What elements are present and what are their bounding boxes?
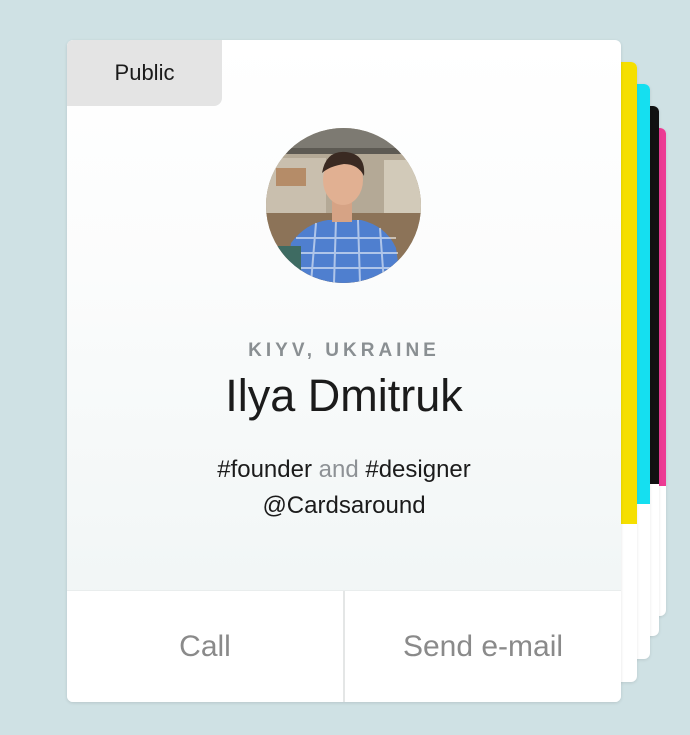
action-bar: Call Send e-mail <box>67 590 621 702</box>
location-label: KIYV, UKRAINE <box>248 340 440 361</box>
bio-tag-founder: #founder <box>217 456 312 483</box>
avatar <box>266 128 421 283</box>
profile-name: Ilya Dmitruk <box>225 370 463 421</box>
visibility-badge[interactable]: Public <box>67 40 222 106</box>
profile-bio: #founder and #designer @Cardsaround <box>67 452 621 524</box>
bio-connector: and <box>318 456 359 483</box>
profile-card: Public KIYV, UKRAINE Ilya Dmitruk #found… <box>67 40 621 702</box>
send-email-button[interactable]: Send e-mail <box>345 591 621 702</box>
bio-line-1: #founder and #designer <box>67 452 621 488</box>
bio-handle: @Cardsaround <box>262 492 426 519</box>
call-button[interactable]: Call <box>67 591 343 702</box>
bio-tag-designer: #designer <box>365 456 471 483</box>
profile-photo-icon <box>266 128 421 283</box>
